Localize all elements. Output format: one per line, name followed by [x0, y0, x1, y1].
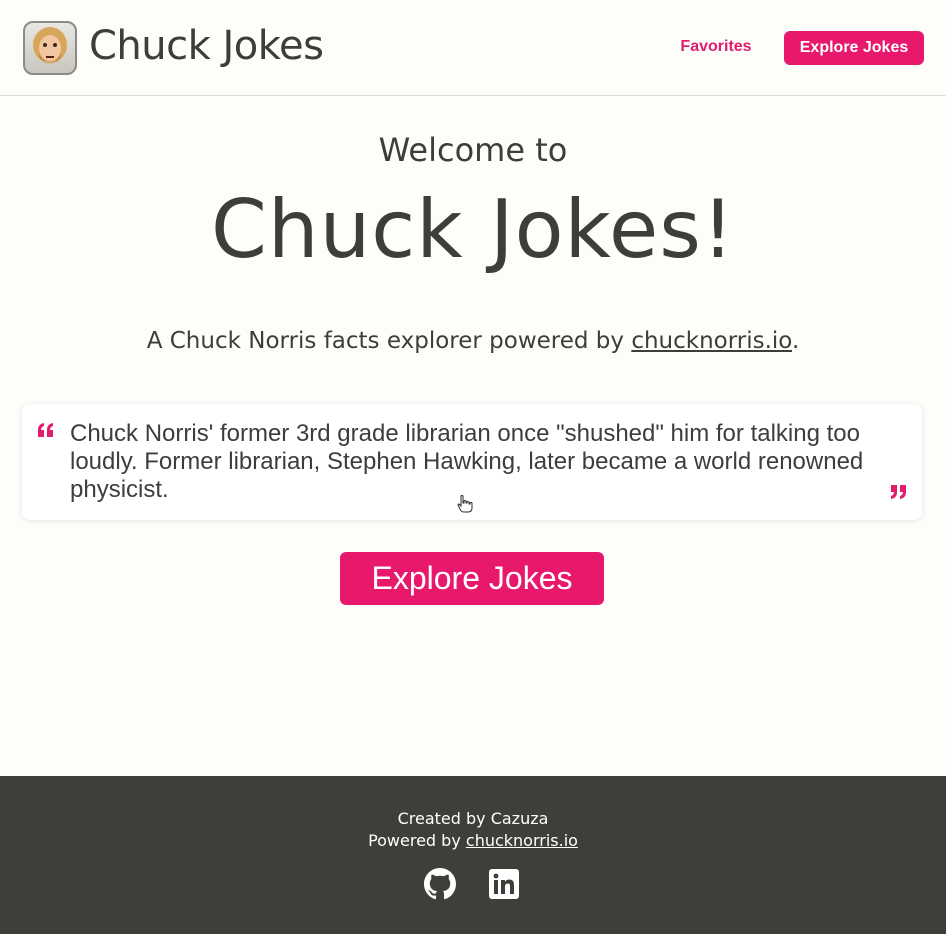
explore-jokes-nav-button[interactable]: Explore Jokes	[784, 31, 924, 65]
brand-title[interactable]: Chuck Jokes	[89, 22, 324, 70]
hero-subtitle: A Chuck Norris facts explorer powered by…	[0, 325, 946, 357]
hero-title: Chuck Jokes!	[211, 183, 735, 276]
linkedin-icon[interactable]	[489, 869, 519, 899]
top-navbar: Chuck Jokes Favorites Explore Jokes	[0, 0, 946, 96]
explore-jokes-button[interactable]: Explore Jokes	[340, 552, 604, 605]
quote-close-icon	[891, 485, 906, 499]
hand-cursor-icon	[457, 495, 473, 513]
subtitle-suffix: .	[791, 328, 800, 354]
favorites-link[interactable]: Favorites	[668, 31, 764, 63]
footer-chucknorris-link[interactable]: chucknorris.io	[466, 831, 578, 850]
subtitle-prefix: A Chuck Norris facts explorer powered by	[146, 328, 632, 354]
joke-text: Chuck Norris' former 3rd grade librarian…	[70, 420, 864, 503]
chuck-avatar-icon[interactable]	[23, 21, 77, 75]
quote-open-icon	[38, 423, 53, 437]
footer-credit: Created by Cazuza	[397, 809, 549, 828]
github-icon[interactable]	[424, 868, 456, 900]
chucknorris-link[interactable]: chucknorris.io	[631, 328, 792, 354]
footer-powered-prefix: Powered by	[368, 831, 466, 850]
footer: Created by Cazuza Powered by chucknorris…	[0, 776, 946, 934]
welcome-text: Welcome to	[378, 131, 568, 169]
footer-powered: Powered by chucknorris.io	[0, 830, 946, 852]
page: Chuck Jokes Favorites Explore Jokes Welc…	[0, 0, 946, 934]
